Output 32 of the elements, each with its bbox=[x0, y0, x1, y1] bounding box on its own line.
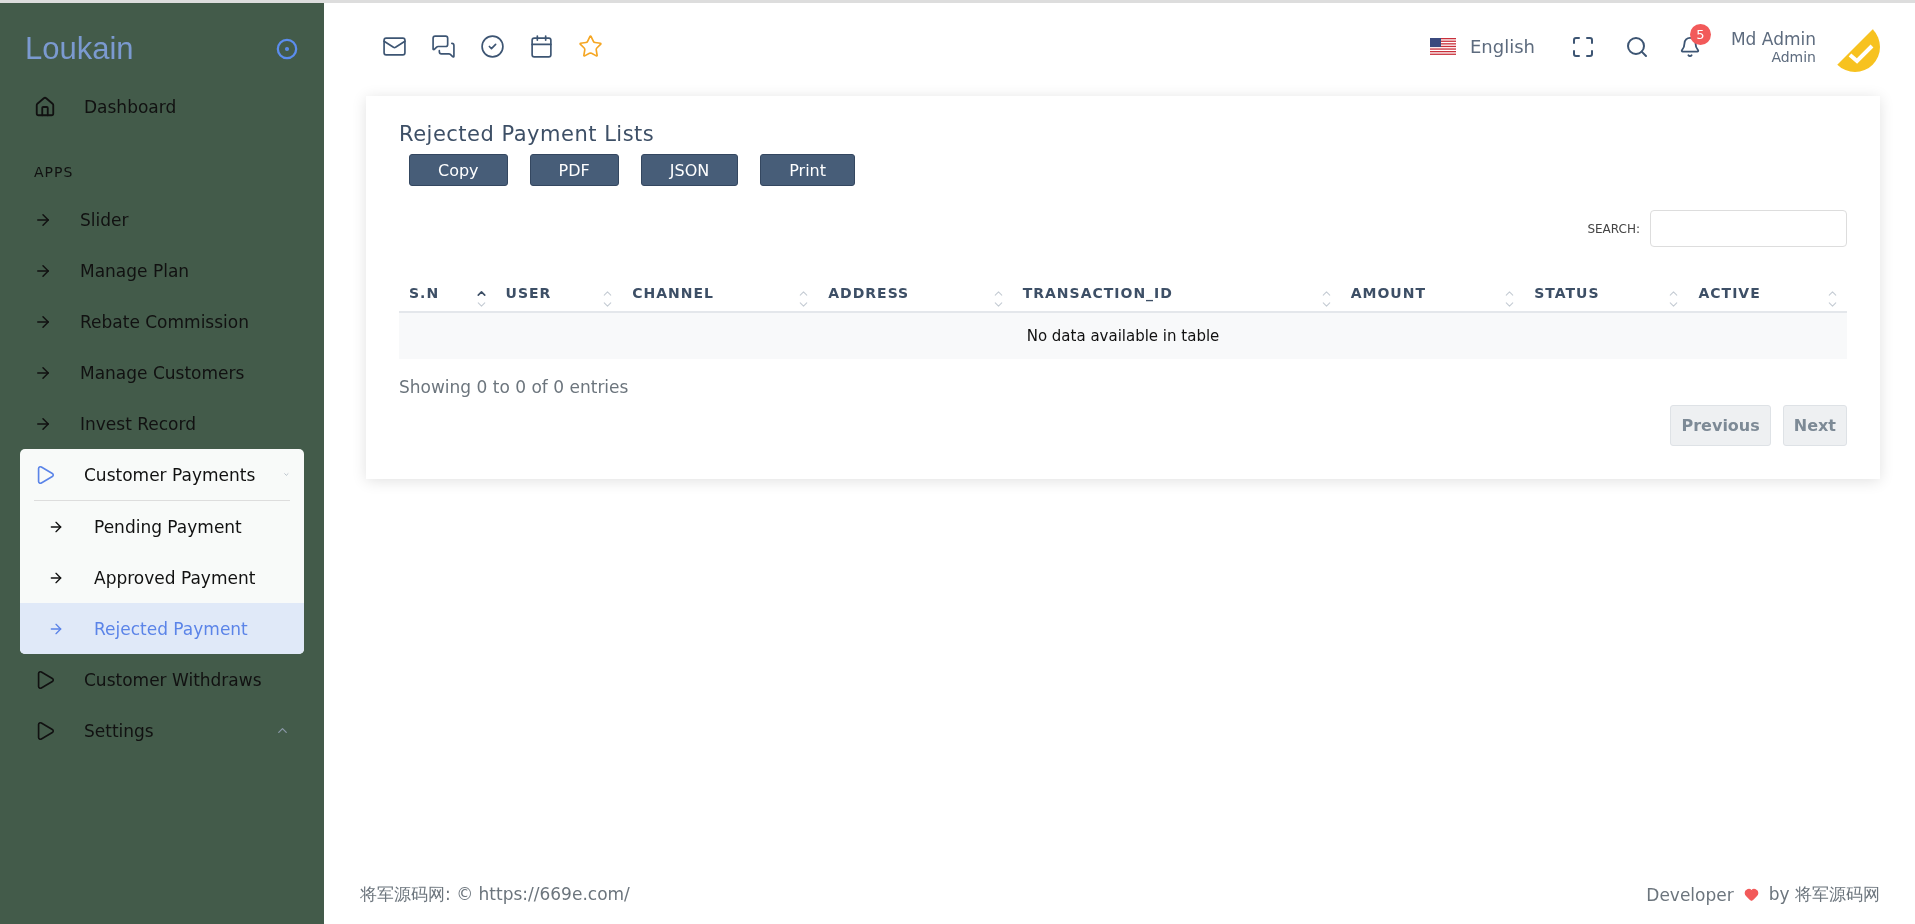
sidebar-group[interactable]: Customer Payments bbox=[34, 449, 290, 501]
flag-icon bbox=[1429, 37, 1456, 56]
logo: Loukain bbox=[25, 31, 134, 67]
menu-toggle-icon[interactable] bbox=[276, 38, 298, 60]
export-button[interactable]: PDF bbox=[529, 154, 619, 186]
fullscreen-icon[interactable] bbox=[1570, 34, 1595, 59]
footer-text: 将军源码网: © https://669e.com/ bbox=[360, 883, 630, 906]
calendar-icon[interactable] bbox=[529, 34, 554, 59]
star-icon[interactable] bbox=[578, 34, 603, 59]
mail-icon[interactable] bbox=[382, 34, 407, 59]
export-button[interactable]: Copy bbox=[409, 154, 508, 186]
language-selector[interactable]: English bbox=[1423, 35, 1541, 58]
search-field[interactable] bbox=[1650, 210, 1847, 247]
search-icon[interactable] bbox=[1624, 34, 1649, 59]
notification-badge: 5 bbox=[1689, 23, 1711, 45]
heart-icon bbox=[1743, 887, 1759, 902]
home-icon bbox=[34, 95, 56, 118]
user-role: Admin bbox=[1771, 48, 1816, 65]
entries-info: Showing 0 to 0 of 0 entries bbox=[399, 377, 630, 397]
user-name: Md Admin bbox=[1730, 28, 1816, 49]
export-button[interactable]: JSON bbox=[640, 154, 739, 186]
section-label: APPS bbox=[33, 163, 75, 182]
empty-message: No data available in table bbox=[399, 312, 1847, 359]
sidebar-subitem[interactable]: Approved Payment bbox=[20, 552, 304, 603]
search-label: SEARCH: bbox=[1587, 221, 1640, 236]
chat-icon[interactable] bbox=[431, 34, 456, 59]
check-circle-icon[interactable] bbox=[480, 34, 505, 59]
footer-text: by 将军源码网 bbox=[1768, 883, 1880, 906]
export-button[interactable]: Print bbox=[760, 154, 855, 186]
sidebar-subitem[interactable]: Pending Payment bbox=[20, 501, 304, 552]
card-title: Rejected Payment Lists bbox=[399, 122, 656, 146]
footer-text: Developer bbox=[1646, 884, 1734, 905]
